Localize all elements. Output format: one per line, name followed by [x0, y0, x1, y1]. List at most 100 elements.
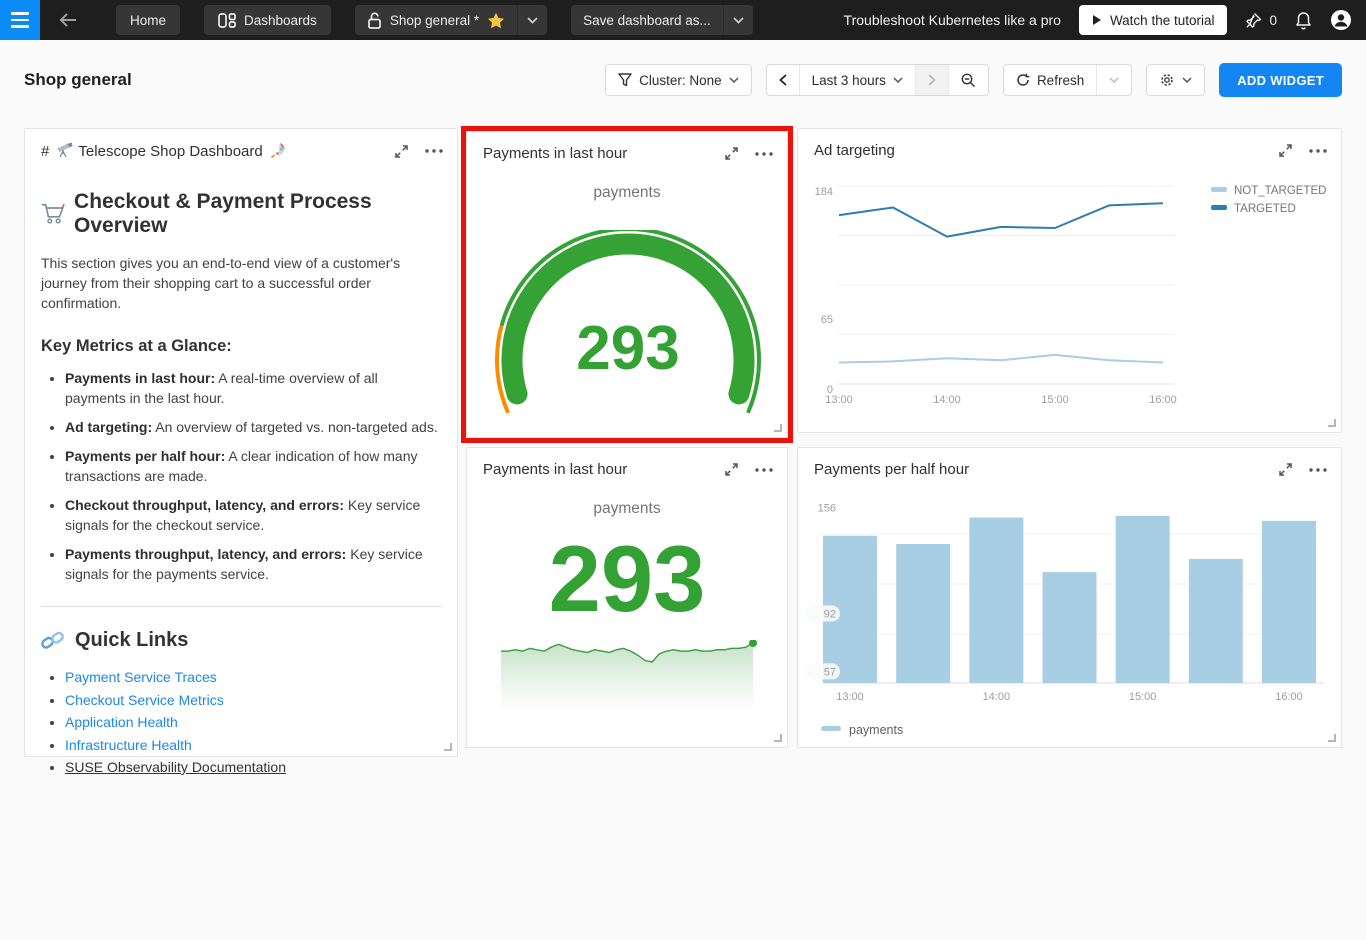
- widget-menu-icon[interactable]: [755, 151, 773, 156]
- payments-gauge-widget: Payments in last hour payments 293: [466, 131, 788, 438]
- chevron-down-icon: [729, 77, 739, 83]
- play-icon: [1092, 15, 1101, 25]
- list-item: Payments per half hour: A clear indicati…: [65, 446, 441, 486]
- svg-text:14:00: 14:00: [983, 691, 1011, 703]
- user-avatar[interactable]: [1330, 9, 1352, 31]
- pinned-items-button[interactable]: 0: [1245, 12, 1277, 29]
- quick-link[interactable]: Payment Service Traces: [65, 669, 217, 685]
- watch-tutorial-label: Watch the tutorial: [1109, 12, 1215, 28]
- svg-text:57: 57: [824, 666, 836, 678]
- refresh-dropdown[interactable]: [1096, 65, 1132, 95]
- back-arrow-button[interactable]: [48, 13, 88, 27]
- zoom-out-time-button[interactable]: [947, 65, 988, 95]
- widget-menu-icon[interactable]: [1309, 148, 1327, 153]
- dashboards-icon: [218, 12, 236, 28]
- gauge-chart: 293: [495, 230, 761, 414]
- svg-text:293: 293: [576, 314, 679, 383]
- expand-widget-icon[interactable]: [724, 146, 739, 161]
- resize-handle[interactable]: [774, 734, 782, 742]
- widget-title: Payments per half hour: [814, 461, 970, 478]
- cluster-filter-label: Cluster: None: [639, 72, 722, 88]
- quick-link[interactable]: Infrastructure Health: [65, 737, 192, 753]
- list-item: Infrastructure Health: [65, 734, 441, 757]
- expand-widget-icon[interactable]: [394, 144, 409, 159]
- svg-text:92: 92: [824, 608, 836, 620]
- rocket-icon: [270, 143, 285, 159]
- current-dashboard-tab[interactable]: Shop general *: [355, 5, 517, 35]
- markdown-widget: # Telescope Shop Dashboard Checkout & Pa…: [24, 128, 458, 775]
- refresh-button[interactable]: Refresh: [1003, 65, 1097, 95]
- chevron-down-icon: [1109, 77, 1119, 83]
- gear-icon: [1161, 74, 1174, 86]
- time-forward-button[interactable]: [914, 65, 948, 95]
- bell-icon: [1296, 11, 1311, 29]
- save-dashboard-dropdown[interactable]: [722, 5, 753, 35]
- markdown-heading: Checkout & Payment Process Overview: [41, 190, 441, 238]
- resize-handle[interactable]: [774, 424, 782, 432]
- quick-link[interactable]: Checkout Service Metrics: [65, 692, 224, 708]
- quick-link[interactable]: Application Health: [65, 714, 178, 730]
- notifications-button[interactable]: [1295, 11, 1312, 30]
- favorite-star-icon[interactable]: [487, 12, 505, 29]
- payments-per-half-hour-widget: Payments per half hour 156 92 57 13:00 14:00…: [797, 447, 1342, 748]
- svg-text:NOT_TARGETED: NOT_TARGETED: [1234, 185, 1326, 197]
- number-metric-label: payments: [593, 500, 661, 517]
- telescope-icon: [56, 142, 73, 158]
- pin-icon: [1246, 12, 1262, 28]
- svg-text:16:00: 16:00: [1275, 691, 1303, 703]
- save-dashboard-group: Save dashboard as...: [571, 5, 753, 35]
- svg-text:TARGETED: TARGETED: [1234, 203, 1296, 215]
- svg-text:15:00: 15:00: [1041, 394, 1069, 406]
- quick-link[interactable]: SUSE Observability Documentation: [65, 759, 286, 775]
- widget-menu-icon[interactable]: [755, 467, 773, 472]
- quick-links-list: Payment Service Traces Checkout Service …: [41, 666, 441, 779]
- quick-links-heading: Quick Links: [41, 629, 441, 652]
- dashboard-settings-button[interactable]: [1147, 65, 1205, 95]
- gauge-metric-label: payments: [593, 184, 661, 201]
- list-item: Payments throughput, latency, and errors…: [65, 544, 441, 584]
- widget-title: Ad targeting: [814, 142, 895, 159]
- markdown-intro: This section gives you an end-to-end vie…: [41, 255, 401, 311]
- save-dashboard-as-button[interactable]: Save dashboard as...: [571, 5, 723, 35]
- widget-menu-icon[interactable]: [425, 149, 443, 153]
- metrics-heading: Key Metrics at a Glance:: [41, 337, 232, 355]
- time-range-group: Last 3 hours: [765, 64, 989, 96]
- svg-text:payments: payments: [849, 723, 903, 737]
- shopping-cart-icon: [41, 203, 65, 224]
- back-arrow-icon: [59, 13, 76, 27]
- watch-tutorial-button[interactable]: Watch the tutorial: [1078, 5, 1228, 35]
- page-header: Shop general Cluster: None Last 3 hours: [0, 40, 1366, 120]
- add-widget-button[interactable]: ADD WIDGET: [1219, 63, 1342, 97]
- widget-title: Payments in last hour: [483, 145, 628, 162]
- nav-dashboards-button[interactable]: Dashboards: [204, 5, 331, 35]
- svg-text:13:00: 13:00: [836, 691, 864, 703]
- link-icon: [41, 631, 64, 649]
- resize-handle[interactable]: [444, 743, 452, 751]
- list-item: Payment Service Traces: [65, 666, 441, 689]
- divider: [41, 606, 441, 607]
- resize-handle[interactable]: [1328, 419, 1336, 427]
- time-range-button[interactable]: Last 3 hours: [798, 65, 915, 95]
- refresh-icon: [1017, 73, 1030, 86]
- zoom-out-icon: [961, 73, 976, 87]
- time-range-label: Last 3 hours: [811, 72, 886, 88]
- cluster-filter-button[interactable]: Cluster: None: [606, 65, 751, 95]
- payments-number-widget: Payments in last hour payments 293: [466, 447, 788, 748]
- time-back-button[interactable]: [766, 65, 799, 95]
- top-navbar: Home Dashboards Shop general * Save dash…: [0, 0, 1366, 40]
- unlock-icon: [367, 12, 381, 29]
- expand-widget-icon[interactable]: [1278, 462, 1293, 477]
- dashboard-tab-label: Shop general *: [389, 12, 480, 28]
- dashboard-tab-dropdown[interactable]: [517, 5, 547, 35]
- widget-title: Payments in last hour: [483, 461, 628, 478]
- expand-widget-icon[interactable]: [724, 462, 739, 477]
- expand-widget-icon[interactable]: [1278, 143, 1293, 158]
- hamburger-menu-button[interactable]: [0, 0, 40, 40]
- svg-text:65: 65: [821, 314, 833, 326]
- chevron-down-icon: [1182, 77, 1192, 83]
- list-item: Payments in last hour: A real-time overv…: [65, 368, 441, 408]
- sparkline-chart: [501, 640, 757, 712]
- resize-handle[interactable]: [1328, 734, 1336, 742]
- nav-home-button[interactable]: Home: [116, 5, 181, 35]
- widget-menu-icon[interactable]: [1309, 467, 1327, 472]
